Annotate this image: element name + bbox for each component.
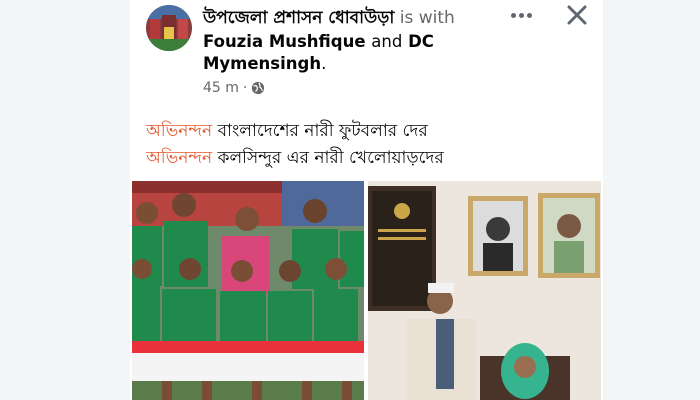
conjunction-text: and xyxy=(371,32,403,51)
meta-separator: · xyxy=(242,80,248,96)
more-dot xyxy=(518,12,524,18)
post-text-rest: কলসিন্দুর এর নারী খেলোয়াড়দের xyxy=(212,148,444,168)
page-avatar[interactable] xyxy=(146,5,192,51)
close-icon xyxy=(567,5,587,25)
tagged-page-link-part2[interactable]: Mymensingh xyxy=(203,54,321,73)
office-photo[interactable] xyxy=(368,181,601,400)
page-background-left xyxy=(0,0,130,400)
period-text: . xyxy=(321,54,327,73)
post-text-rest: বাংলাদেশের নারী ফুটবলার দের xyxy=(212,121,428,141)
more-options-button[interactable] xyxy=(508,4,534,26)
tagged-page-link-part1[interactable]: DC xyxy=(408,32,434,51)
is-with-text: is with xyxy=(399,8,455,28)
more-horizontal-icon xyxy=(510,12,516,18)
post-meta: 45 m · xyxy=(203,80,265,96)
globe-icon xyxy=(251,81,265,95)
post-text-line-2: অভিনন্দন কলসিন্দুর এর নারী খেলোয়াড়দের xyxy=(146,145,444,173)
tagged-person-link[interactable]: Fouzia Mushfique xyxy=(203,32,366,51)
page-name-link[interactable]: উপজেলা প্রশাসন ধোবাউড়া xyxy=(203,8,394,28)
page-background-right xyxy=(603,0,700,400)
more-dot xyxy=(526,12,532,18)
congrats-highlight: অভিনন্দন xyxy=(146,148,213,168)
post-header: উপজেলা প্রশাসন ধোবাউড়া is with xyxy=(203,5,455,33)
tagged-line-cont: Mymensingh. xyxy=(203,54,326,73)
congrats-highlight: অভিনন্দন xyxy=(146,121,213,141)
post-timestamp[interactable]: 45 m xyxy=(203,80,239,96)
tagged-line: Fouzia Mushfique and DC xyxy=(203,32,434,51)
team-photo[interactable] xyxy=(132,181,364,400)
close-button[interactable] xyxy=(564,2,590,28)
post-text-line-1: অভিনন্দন বাংলাদেশের নারী ফুটবলার দের xyxy=(146,118,428,146)
